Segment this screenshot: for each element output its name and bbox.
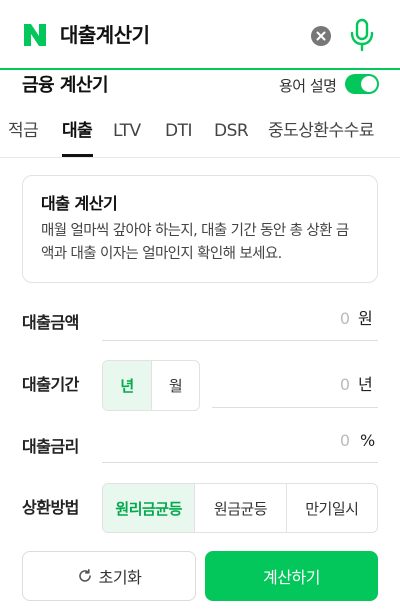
rate-label: 대출금리 (22, 437, 79, 456)
method-equal-principal-interest[interactable]: 원리금균등 (103, 484, 195, 532)
info-title: 대출 계산기 (41, 194, 118, 213)
search-query[interactable]: 대출계산기 (60, 20, 150, 50)
rate-underline (102, 462, 378, 463)
terms-toggle-label: 용어 설명 (279, 77, 337, 95)
method-bullet[interactable]: 만기일시 (285, 484, 377, 532)
toggle-knob (361, 76, 377, 92)
tab-prepayment-fee[interactable]: 중도상환수수료 (268, 118, 374, 144)
active-tab-indicator (62, 154, 93, 157)
tab-savings[interactable]: 적금 (8, 118, 39, 144)
close-icon (316, 31, 326, 41)
tab-dti[interactable]: DTI (165, 118, 193, 144)
terms-toggle[interactable] (345, 74, 379, 94)
clear-search-button[interactable] (311, 26, 331, 46)
rate-unit: % (360, 431, 376, 450)
period-unit-month[interactable]: 월 (150, 361, 199, 410)
calculator-tabs: 적금 대출 LTV DTI DSR 중도상환수수료 (0, 110, 400, 158)
amount-unit: 원 (358, 309, 373, 328)
period-unit: 년 (358, 375, 373, 394)
info-card: 대출 계산기 매월 얼마씩 갚아야 하는지, 대출 기간 동안 총 상환 금액과… (22, 175, 378, 283)
method-equal-principal[interactable]: 원금균등 (194, 484, 285, 532)
amount-underline (102, 340, 378, 341)
method-label: 상환방법 (22, 498, 79, 517)
reset-button-label: 초기화 (98, 568, 142, 587)
amount-input[interactable]: 0 (290, 308, 350, 330)
rate-input[interactable]: 0 (290, 430, 350, 452)
microphone-icon[interactable] (348, 18, 376, 52)
period-underline (212, 407, 378, 408)
tab-ltv[interactable]: LTV (113, 118, 141, 144)
amount-label: 대출금액 (22, 313, 79, 332)
period-label: 대출기간 (22, 375, 79, 394)
search-bar: 대출계산기 (0, 0, 400, 70)
period-unit-year[interactable]: 년 (103, 361, 151, 410)
period-input[interactable]: 0 (290, 374, 350, 396)
tab-loan[interactable]: 대출 (62, 118, 93, 144)
repayment-method-selector: 원리금균등 원금균등 만기일시 (102, 483, 378, 533)
naver-logo-icon[interactable] (22, 22, 48, 48)
calculate-button[interactable]: 계산하기 (205, 551, 378, 601)
refresh-icon (78, 569, 91, 582)
tab-dsr[interactable]: DSR (214, 118, 249, 144)
page-title: 금융 계산기 (22, 75, 109, 96)
info-description: 매월 얼마씩 갚아야 하는지, 대출 기간 동안 총 상환 금액과 대출 이자는… (41, 223, 349, 262)
reset-button[interactable]: 초기화 (22, 551, 196, 601)
calculate-button-label: 계산하기 (263, 568, 320, 587)
period-unit-selector: 년 월 (102, 360, 200, 411)
